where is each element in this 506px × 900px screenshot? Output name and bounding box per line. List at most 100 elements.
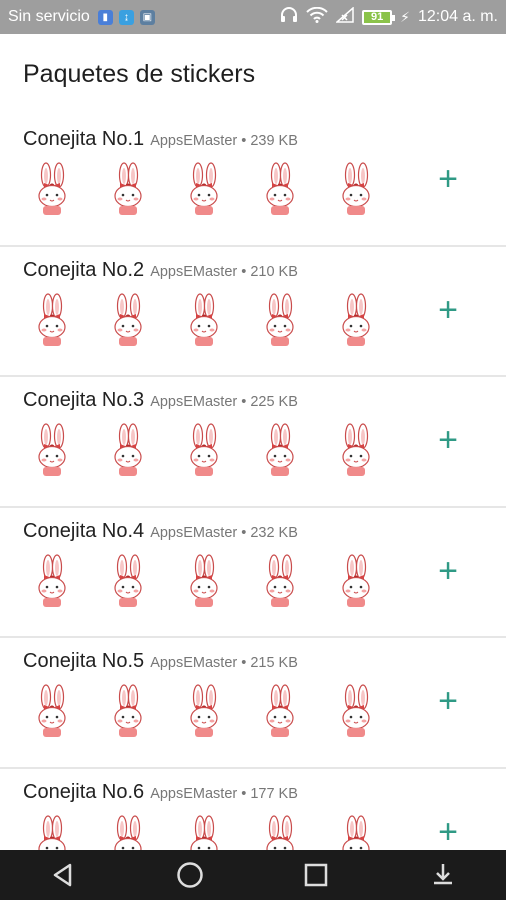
back-button[interactable] xyxy=(41,853,85,897)
sticker-thumbnail xyxy=(174,683,236,745)
usb-icon: ↨ xyxy=(118,9,134,25)
sticker-preview-row xyxy=(22,814,388,850)
sticker-image xyxy=(326,162,388,227)
separator-dot: • xyxy=(241,785,247,802)
pack-name: Conejita No.6 xyxy=(23,780,145,803)
pack-name: Conejita No.2 xyxy=(23,258,145,281)
navigation-bar xyxy=(0,850,506,900)
sticker-thumbnail xyxy=(22,814,84,850)
pack-size: 177 KB xyxy=(250,785,298,802)
sticker-thumbnail xyxy=(98,292,160,354)
sticker-image xyxy=(22,553,84,619)
pack-header: Conejita No.1 AppsEMaster • 239 KB xyxy=(23,128,298,151)
pack-author: AppsEMaster xyxy=(150,133,238,149)
sticker-image xyxy=(326,553,388,619)
pack-header: Conejita No.3 AppsEMaster • 225 KB xyxy=(23,389,298,412)
pack-size: 239 KB xyxy=(250,133,298,149)
home-circle-icon xyxy=(177,862,203,888)
sticker-thumbnail xyxy=(250,683,312,745)
sticker-thumbnail xyxy=(22,553,84,615)
sticker-pack-row[interactable]: Conejita No.6 AppsEMaster • 177 KB + xyxy=(0,769,506,850)
pack-header: Conejita No.4 AppsEMaster • 232 KB xyxy=(23,520,298,543)
add-pack-button[interactable]: + xyxy=(432,554,464,588)
pack-meta: AppsEMaster • 210 KB xyxy=(150,264,298,280)
back-triangle-icon xyxy=(54,863,72,887)
pack-author: AppsEMaster xyxy=(150,785,238,802)
notification-drawer-icon xyxy=(433,864,452,885)
sticker-pack-row[interactable]: Conejita No.1 AppsEMaster • 239 KB + xyxy=(0,116,506,247)
sticker-pack-row[interactable]: Conejita No.4 AppsEMaster • 232 KB + xyxy=(0,508,506,638)
sticker-pack-row[interactable]: Conejita No.5 AppsEMaster • 215 KB + xyxy=(0,638,506,769)
pack-name: Conejita No.4 xyxy=(23,519,145,542)
home-button[interactable] xyxy=(168,853,212,897)
add-pack-button[interactable]: + xyxy=(432,815,464,849)
sticker-pack-row[interactable]: Conejita No.3 AppsEMaster • 225 KB + xyxy=(0,377,506,508)
sticker-thumbnail xyxy=(98,683,160,745)
sticker-pack-row[interactable]: Conejita No.2 AppsEMaster • 210 KB + xyxy=(0,247,506,377)
plus-icon: + xyxy=(438,160,458,198)
sticker-image xyxy=(174,684,236,749)
sticker-thumbnail xyxy=(98,553,160,615)
pack-meta: AppsEMaster • 225 KB xyxy=(150,394,298,410)
pack-header: Conejita No.5 AppsEMaster • 215 KB xyxy=(23,650,298,673)
sticker-image xyxy=(22,292,84,358)
pack-author: AppsEMaster xyxy=(150,263,238,280)
sticker-thumbnail xyxy=(326,814,388,850)
status-bar: Sin servicio ▮ ↨ ▣ 91 ⚡ 12:04 a. m. xyxy=(0,0,506,34)
sticker-image xyxy=(98,553,160,619)
sticker-thumbnail xyxy=(326,553,388,615)
sticker-image xyxy=(22,684,84,749)
pack-author: AppsEMaster xyxy=(150,394,238,410)
add-pack-button[interactable]: + xyxy=(432,162,464,196)
pack-name: Conejita No.1 xyxy=(23,128,145,150)
signal-icon xyxy=(335,5,354,28)
sticker-image xyxy=(174,292,236,358)
add-pack-button[interactable]: + xyxy=(432,684,464,718)
sticker-thumbnail xyxy=(22,161,84,223)
pack-size: 215 KB xyxy=(250,655,298,671)
pack-header: Conejita No.6 AppsEMaster • 177 KB xyxy=(23,781,298,804)
battery-icon: 91 xyxy=(362,9,396,25)
pack-size: 210 KB xyxy=(250,263,298,280)
sticker-thumbnail xyxy=(250,161,312,223)
sticker-thumbnail xyxy=(326,422,388,484)
wifi-icon xyxy=(306,6,328,28)
sticker-thumbnail xyxy=(250,553,312,615)
page-title: Paquetes de stickers xyxy=(23,60,256,88)
sticker-thumbnail xyxy=(98,422,160,484)
sticker-image xyxy=(22,423,84,488)
sticker-thumbnail xyxy=(250,422,312,484)
plus-icon: + xyxy=(438,421,458,459)
sticker-image xyxy=(326,292,388,358)
sticker-image xyxy=(98,162,160,227)
sticker-image xyxy=(326,423,388,488)
pack-name: Conejita No.3 xyxy=(23,389,145,411)
add-pack-button[interactable]: + xyxy=(432,423,464,457)
sticker-image xyxy=(250,162,312,227)
image-icon: ▣ xyxy=(139,9,155,25)
sticker-image xyxy=(250,684,312,749)
recents-square-icon xyxy=(305,863,328,887)
sticker-thumbnail xyxy=(22,422,84,484)
pack-author: AppsEMaster xyxy=(150,524,238,541)
sticker-thumbnail xyxy=(326,292,388,354)
sticker-preview-row xyxy=(22,683,388,745)
app-header: Paquetes de stickers xyxy=(0,34,506,116)
recents-button[interactable] xyxy=(294,853,338,897)
sticker-preview-row xyxy=(22,292,388,354)
sticker-pack-list[interactable]: Conejita No.1 AppsEMaster • 239 KB + Con… xyxy=(0,116,506,850)
clock: 12:04 a. m. xyxy=(417,8,498,25)
pack-meta: AppsEMaster • 215 KB xyxy=(150,655,298,671)
sticker-thumbnail xyxy=(174,292,236,354)
separator-dot: • xyxy=(241,655,247,671)
plus-icon: + xyxy=(438,551,458,590)
sticker-image xyxy=(174,423,236,488)
sticker-thumbnail xyxy=(250,814,312,850)
add-pack-button[interactable]: + xyxy=(432,293,464,327)
sticker-image xyxy=(250,423,312,488)
sticker-thumbnail xyxy=(22,292,84,354)
notification-drawer-button[interactable] xyxy=(421,853,465,897)
separator-dot: • xyxy=(241,133,247,149)
sticker-image xyxy=(174,162,236,227)
sticker-preview-row xyxy=(22,422,388,484)
